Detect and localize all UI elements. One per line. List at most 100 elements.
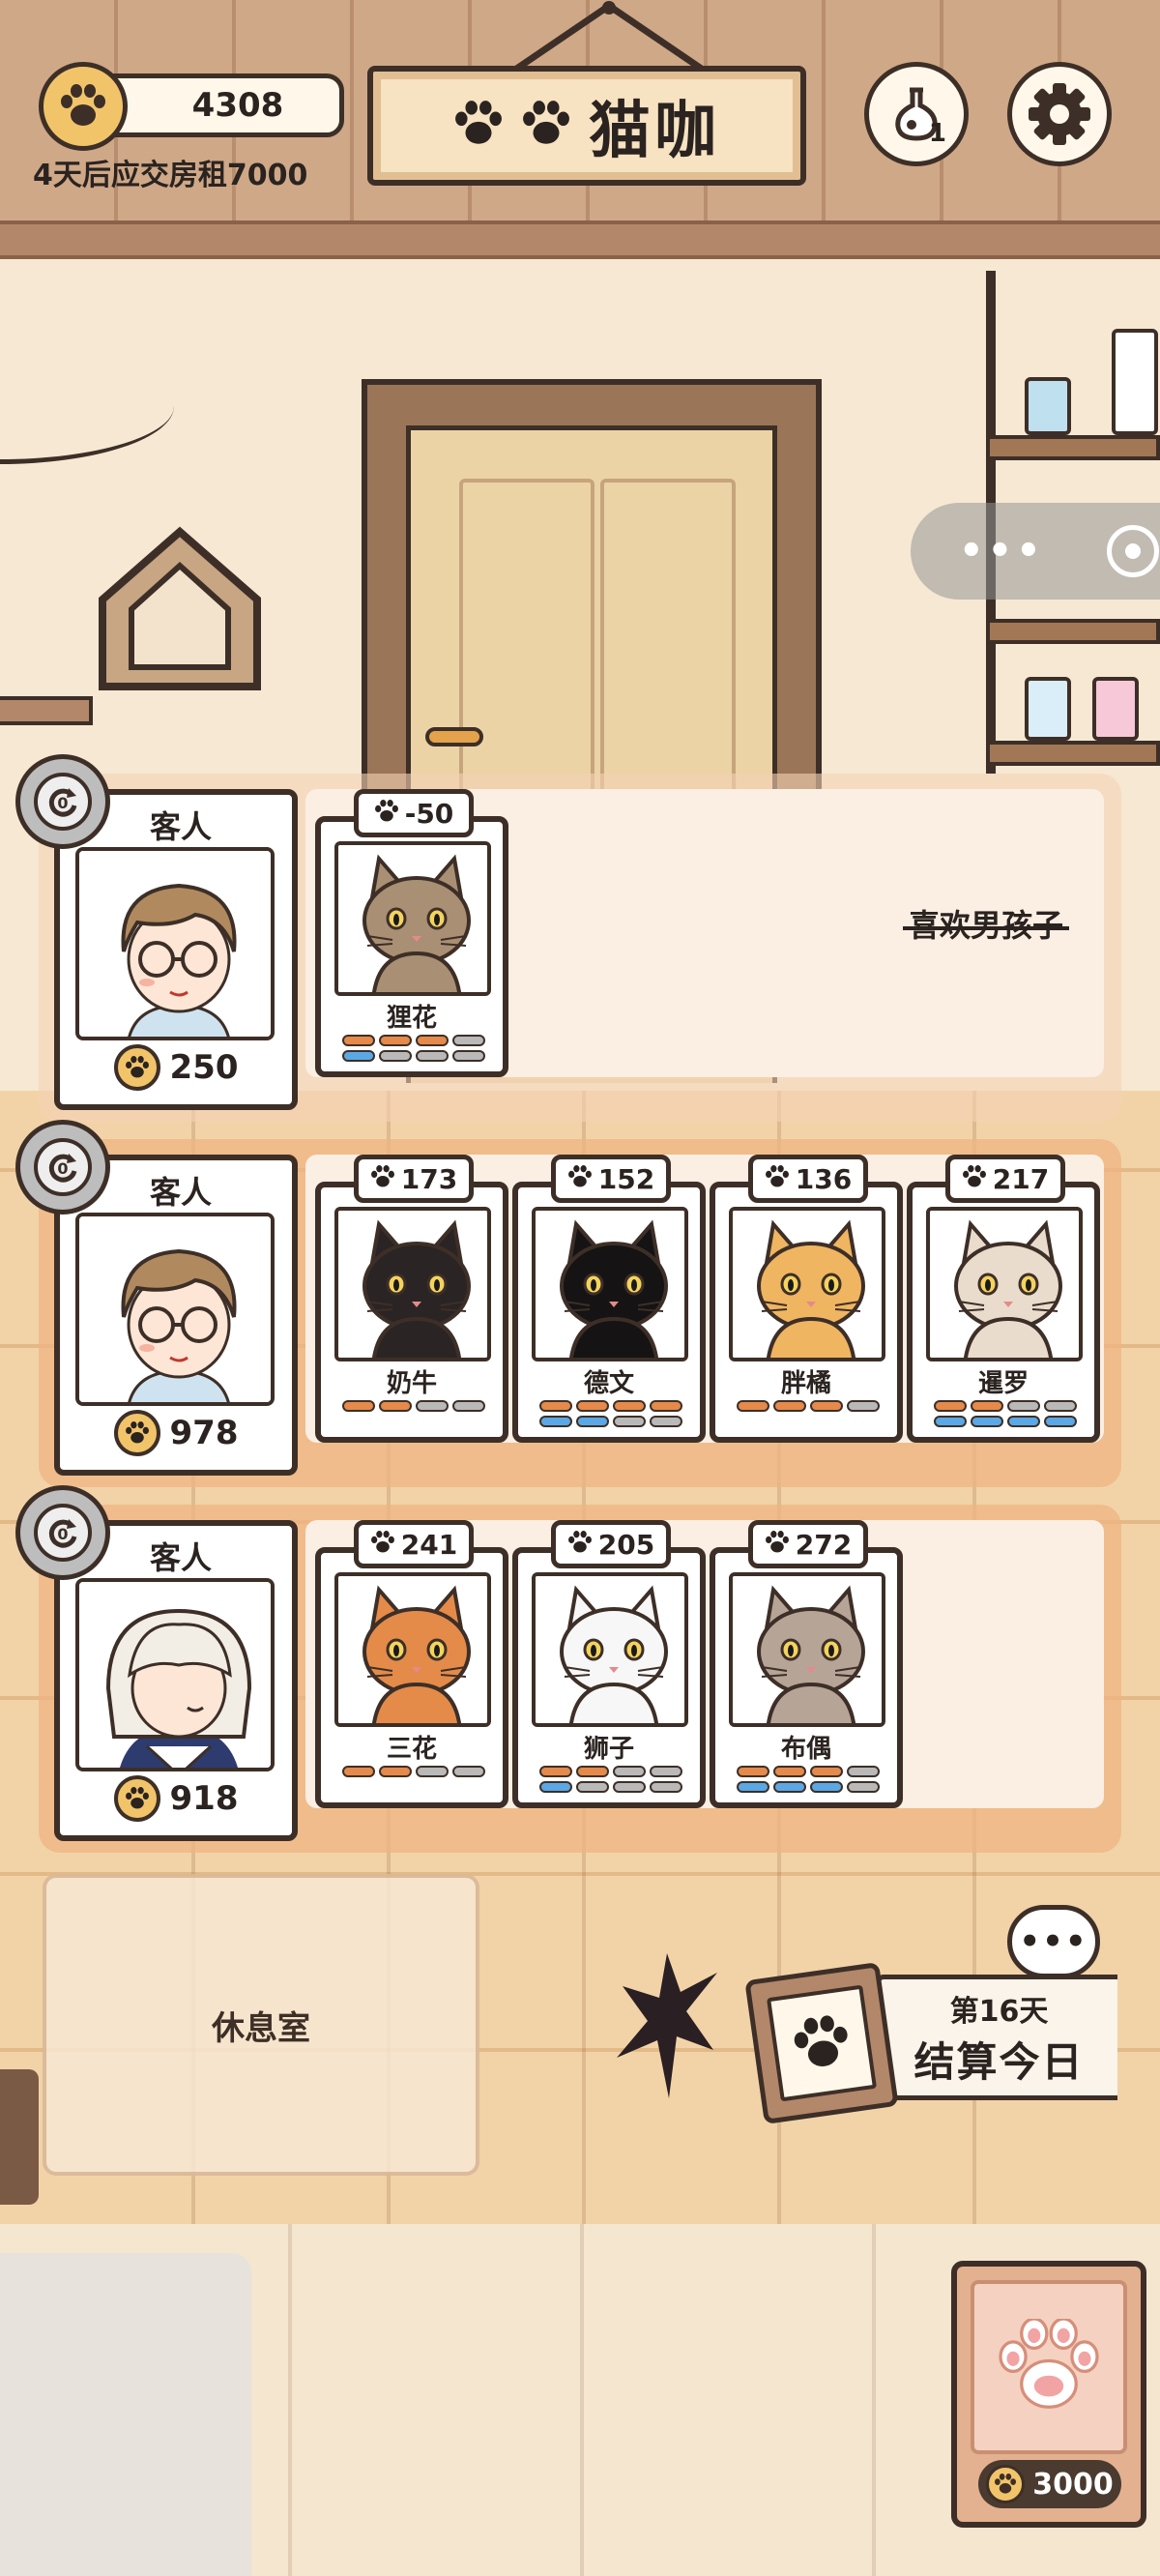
paw-icon [370,1529,395,1561]
settings-button[interactable] [1007,62,1112,166]
svg-text:0: 0 [57,1525,68,1543]
clipboard-icon [744,1961,899,2125]
potion-button[interactable]: 1 [864,62,969,166]
cat-name: 布偶 [780,1735,831,1764]
stat-pip [737,1766,769,1777]
cat-stat-bars [342,1400,487,1412]
cat-card[interactable]: 241 三花 [315,1520,508,1808]
stat-pip [650,1416,682,1427]
stat-bar-row [342,1766,487,1777]
shelf [986,619,1160,644]
stat-bar-row [342,1035,487,1046]
svg-text:0: 0 [57,794,68,812]
stat-pip [342,1050,375,1062]
cat-portrait [334,1572,491,1727]
cat-card[interactable]: 136 胖橘 [710,1155,903,1443]
stat-pip [576,1400,609,1412]
stat-pip [539,1781,572,1793]
stat-pip [1044,1416,1077,1427]
cat-stat-bars [737,1766,882,1793]
stat-pip [737,1400,769,1412]
refresh-button[interactable]: 0 [15,1485,110,1580]
customer-budget-value: 250 [169,1048,239,1087]
stat-pip [971,1416,1003,1427]
stat-pip [539,1416,572,1427]
miniapp-capsule[interactable]: ••• [911,503,1160,600]
stat-pip [452,1050,485,1062]
customer-avatar [75,1578,275,1771]
paw-icon [765,1163,790,1195]
stat-bar-row [539,1400,684,1412]
settle-plate: 第16天 结算今日 [876,1975,1117,2100]
cat-card[interactable]: 152 德文 [512,1155,706,1443]
more-menu-button[interactable]: ••• [959,529,1045,573]
stat-pip [773,1766,806,1777]
sign-rope [510,1,708,72]
wall-ledge [0,696,93,725]
cat-card[interactable]: 272 布偶 [710,1520,903,1808]
buy-cat-card[interactable]: 3000 [951,2261,1146,2528]
stat-pip [342,1035,375,1046]
cat-card[interactable]: 173 奶牛 [315,1155,508,1443]
cat-card[interactable]: 205 狮子 [512,1520,706,1808]
cat-food-can [1025,677,1071,741]
cat-score-value: 217 [992,1162,1050,1195]
stat-pip [847,1766,880,1777]
customer-avatar [75,847,275,1040]
svg-text:0: 0 [57,1159,68,1178]
shop-price: 3000 [978,2460,1121,2508]
floor-crack-icon [617,1953,717,2098]
paw-icon [567,1529,593,1561]
customer-row: 0 客人 918 241 三花 205 狮子 272 布偶 [0,1485,1160,1853]
cat-name: 狮子 [583,1735,634,1764]
cat-score-badge: 205 [551,1520,671,1568]
chat-icon[interactable]: ••• [1007,1905,1100,1978]
cat-portrait [729,1572,885,1727]
storage-bin [0,2253,251,2576]
jar [1025,377,1071,435]
stat-pip [650,1766,682,1777]
paw-icon [765,1529,790,1561]
stat-bar-row [934,1400,1079,1412]
refresh-icon: 0 [34,1504,92,1562]
stat-pip [342,1400,375,1412]
cat-portrait [532,1207,688,1361]
customer-budget: 978 [60,1410,292,1456]
refresh-button[interactable]: 0 [15,1120,110,1215]
stat-pip [810,1766,843,1777]
close-target-icon[interactable] [1106,525,1159,577]
potion-count: 1 [928,119,946,148]
cat-portrait [926,1207,1083,1361]
preference-text: 喜欢男孩子 [909,907,1064,944]
customer-row: 0 客人 978 173 奶牛 152 德文 136 胖橘 217 暹罗 [0,1120,1160,1487]
customer-preference-note: 喜欢男孩子 [909,901,1063,946]
cat-score-badge: 173 [354,1155,474,1203]
stat-bar-row [737,1766,882,1777]
stat-pip [342,1766,375,1777]
cat-card[interactable]: -50 狸花 [315,789,508,1077]
rest-room[interactable]: 休息室 [43,1874,479,2176]
paw-icon [374,798,399,830]
paw-coin-icon [39,62,128,151]
plant-pot [0,2069,39,2205]
stat-pip [810,1781,843,1793]
settle-day-button[interactable]: 第16天 结算今日 ••• [744,1905,1117,2125]
cat-score-badge: -50 [354,789,474,837]
stat-pip [847,1400,880,1412]
stat-pip [773,1781,806,1793]
cat-score-value: 272 [795,1528,853,1561]
stat-pip [934,1416,967,1427]
refresh-button[interactable]: 0 [15,754,110,849]
paw-coin-icon [113,1044,160,1091]
cat-portrait [729,1207,885,1361]
cat-name: 德文 [583,1369,634,1398]
stat-pip [613,1781,646,1793]
stat-pip [379,1035,412,1046]
cat-stat-bars [934,1400,1079,1427]
stat-pip [934,1400,967,1412]
refresh-icon: 0 [34,1138,92,1196]
door-handle [425,727,483,746]
cat-name: 奶牛 [386,1369,437,1398]
stat-pip [416,1400,449,1412]
cat-card[interactable]: 217 暹罗 [907,1155,1100,1443]
